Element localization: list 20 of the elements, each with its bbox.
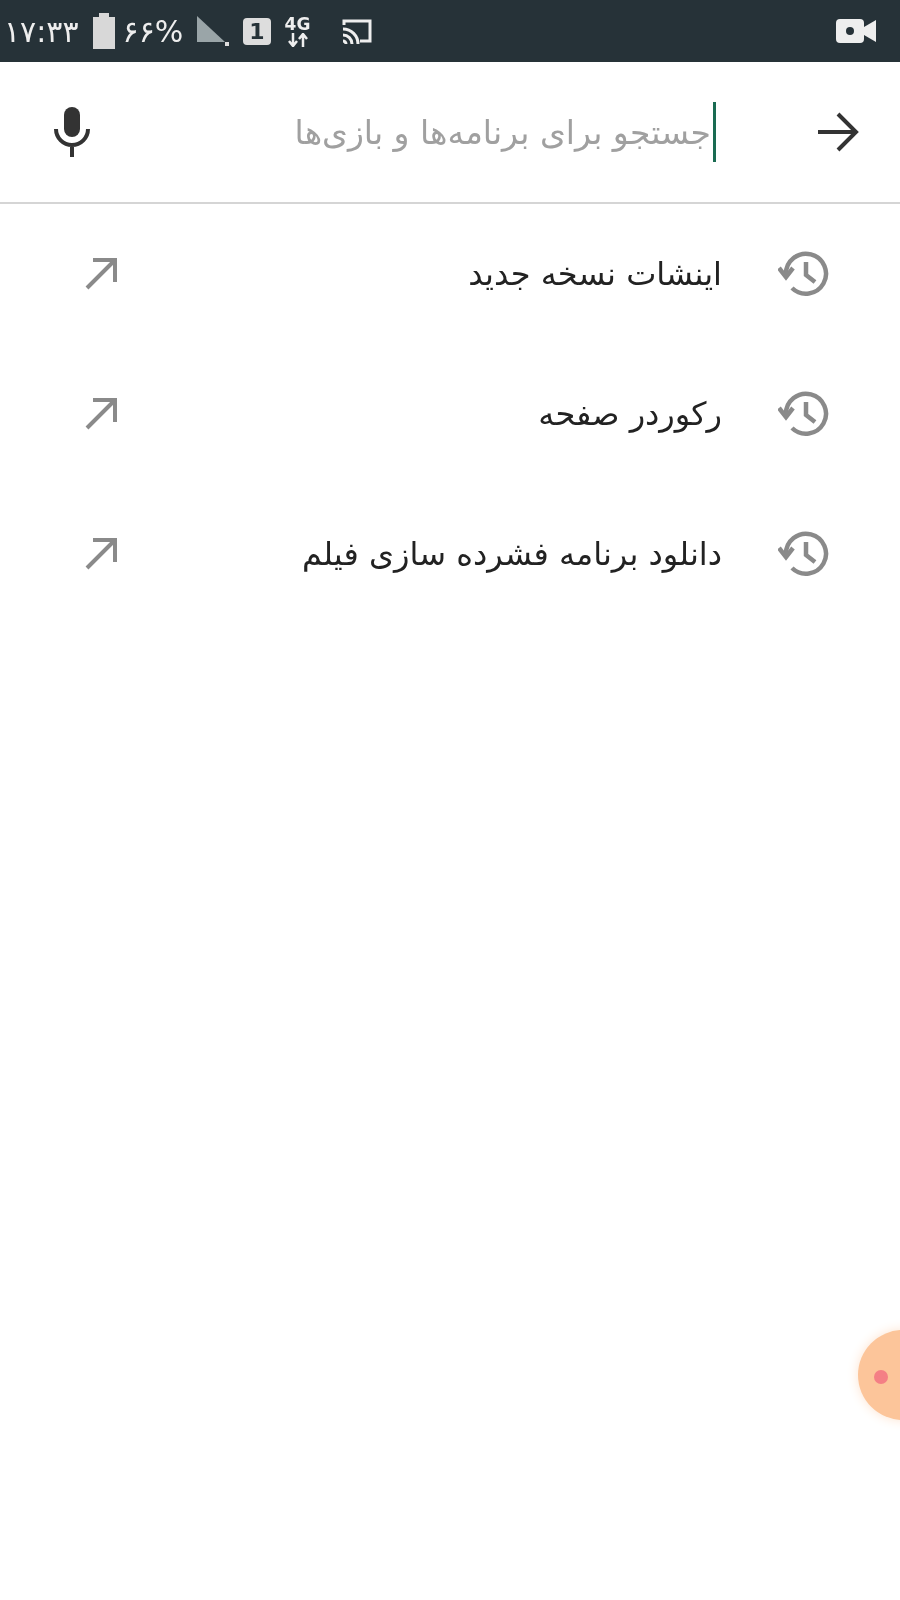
battery-percent: ۶۶% bbox=[122, 13, 184, 49]
suggestion-text: دانلود برنامه فشرده سازی فیلم bbox=[300, 535, 722, 573]
data-arrows-icon bbox=[287, 32, 308, 47]
history-icon bbox=[778, 249, 830, 299]
signal-icon bbox=[197, 16, 230, 46]
cast-icon bbox=[340, 17, 375, 45]
suggestion-text: رکوردر صفحه bbox=[537, 395, 722, 433]
history-icon bbox=[778, 529, 830, 579]
clock-time: ۱۷:۳۳ bbox=[4, 13, 79, 49]
network-type: 4G bbox=[284, 15, 311, 33]
suggestion-text: اینشات نسخه جدید bbox=[467, 255, 722, 293]
video-camera-icon bbox=[836, 17, 876, 45]
suggestion-item[interactable]: اینشات نسخه جدید bbox=[0, 204, 900, 344]
text-cursor bbox=[713, 102, 716, 162]
suggestion-item[interactable]: رکوردر صفحه bbox=[0, 344, 900, 484]
search-field[interactable]: جستجو برای برنامه‌ها و بازی‌ها bbox=[96, 111, 713, 153]
suggestion-item[interactable]: دانلود برنامه فشرده سازی فیلم bbox=[0, 484, 900, 624]
battery-icon bbox=[92, 13, 115, 49]
history-icon bbox=[778, 389, 830, 439]
sim-badge: 1 bbox=[243, 17, 271, 45]
